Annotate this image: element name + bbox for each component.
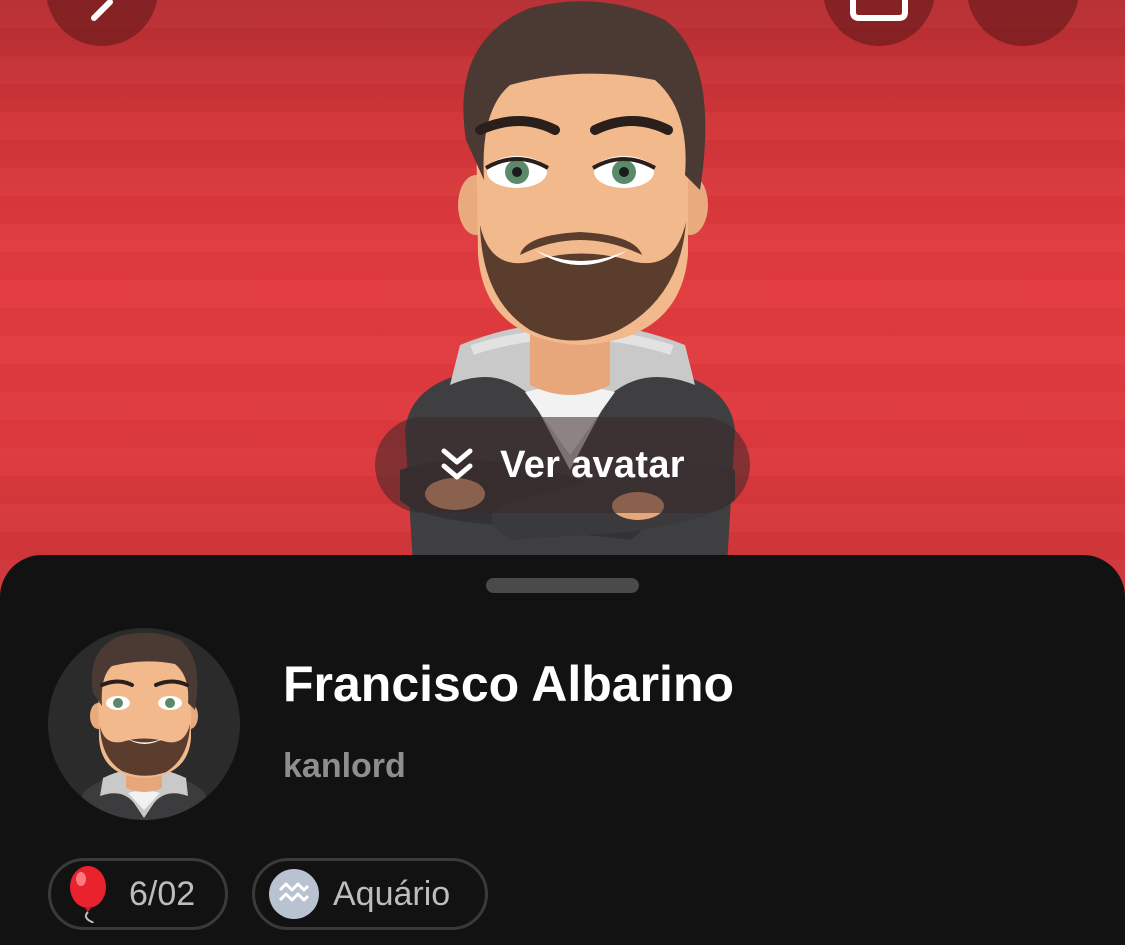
view-avatar-button[interactable]: Ver avatar (375, 417, 750, 513)
double-chevron-down-icon (441, 448, 473, 480)
back-chevron-icon (91, 0, 113, 21)
aquarius-icon (269, 869, 319, 919)
birthday-chip[interactable]: 6/02 (48, 858, 228, 930)
sheet-grabber-handle[interactable] (486, 578, 639, 593)
username: kanlord (283, 747, 406, 785)
birthday-text: 6/02 (129, 874, 196, 913)
profile-avatar[interactable] (48, 628, 240, 820)
share-icon (850, 0, 908, 21)
profile-sheet: Francisco Albarino kanlord 6/02 Aquário (0, 555, 1125, 945)
more-icon (1018, 15, 1028, 25)
view-avatar-label: Ver avatar (500, 443, 685, 486)
avatar-hero: Ver avatar (0, 0, 1125, 600)
balloon-icon (70, 866, 106, 923)
display-name: Francisco Albarino (283, 656, 735, 712)
profile-screen: Ver avatar Francisco Albarino kanlord 6/… (0, 0, 1125, 945)
zodiac-chip[interactable]: Aquário (252, 858, 488, 930)
bitmoji-thumbnail-image (78, 632, 210, 820)
zodiac-text: Aquário (333, 874, 451, 913)
